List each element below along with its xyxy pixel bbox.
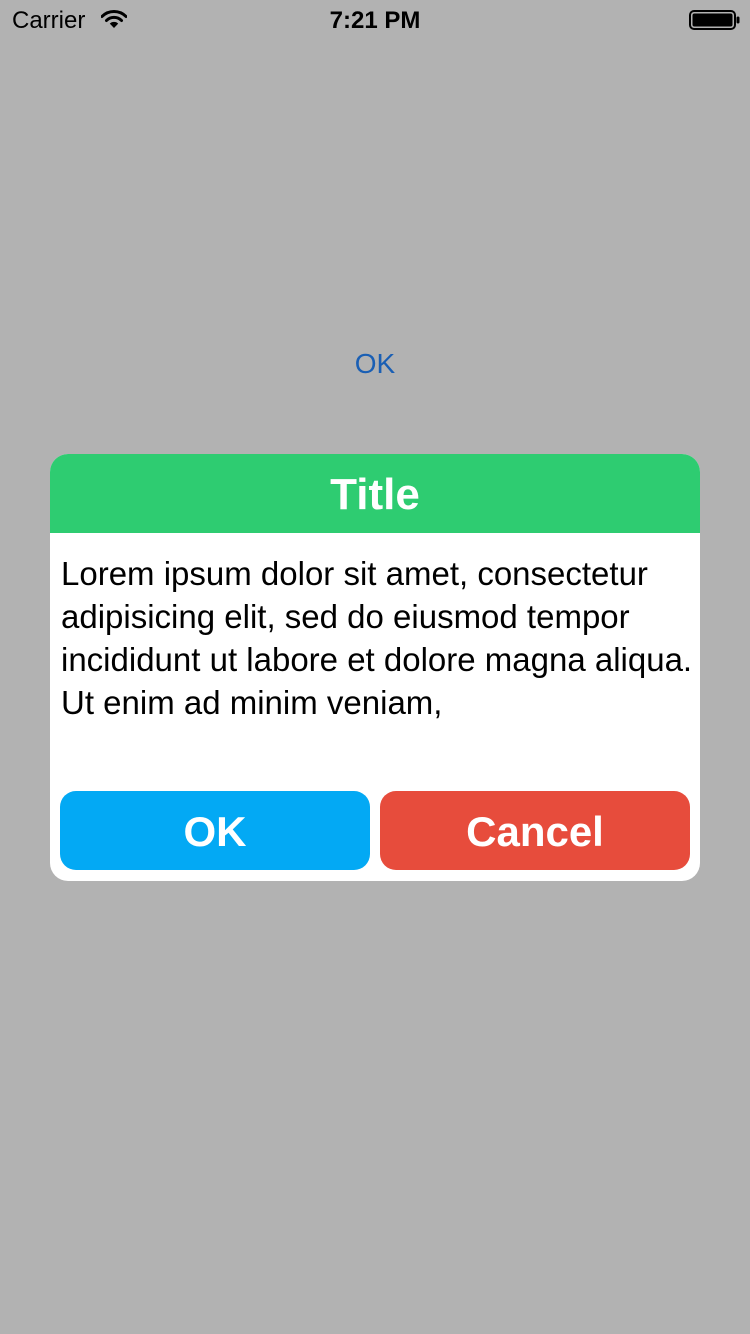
alert-dialog: Title Lorem ipsum dolor sit amet, consec…	[50, 454, 700, 881]
status-time: 7:21 PM	[329, 7, 421, 34]
dialog-message: Lorem ipsum dolor sit amet, consectetur …	[61, 555, 693, 721]
battery-icon	[689, 10, 740, 30]
cancel-button[interactable]: Cancel	[380, 791, 690, 870]
status-bar: Carrier 7:21 PM	[0, 0, 750, 40]
background-ok-button[interactable]: OK	[330, 344, 420, 384]
dialog-title: Title	[50, 454, 700, 533]
ok-button[interactable]: OK	[60, 791, 370, 870]
